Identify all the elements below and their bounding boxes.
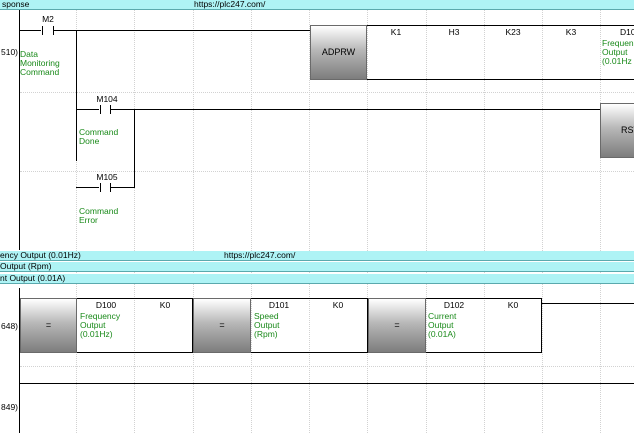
compare-equal-button[interactable]: = xyxy=(20,298,77,353)
comment-d10: Frequen Output (0.01Hz xyxy=(602,38,634,66)
band-url: https://plc247.com/ xyxy=(224,251,296,260)
adprw-button[interactable]: ADPRW xyxy=(310,25,367,80)
band-text: sponse xyxy=(2,0,30,9)
band-text: ency Output (0.01Hz) xyxy=(0,251,81,260)
rst-coil-button[interactable]: RST xyxy=(600,103,634,158)
operand: D10 xyxy=(620,27,634,37)
comment-d101: Speed Output (Rpm) xyxy=(254,311,280,339)
comment-d102: Current Output (0.01A) xyxy=(428,311,457,339)
comment-m2: Data Monitoring Command xyxy=(20,49,60,77)
rung-wire xyxy=(76,109,99,110)
comment-m104: Command Done xyxy=(79,127,119,146)
statement-band-frequency: ency Output (0.01Hz) https://plc247.com/ xyxy=(0,251,634,261)
grid-column xyxy=(134,0,135,433)
left-power-rail xyxy=(19,10,20,250)
comment-d100: Frequency Output (0.01Hz) xyxy=(80,311,121,339)
rung-wire xyxy=(111,187,135,188)
rung-wire xyxy=(54,30,310,31)
grid-row xyxy=(20,366,634,367)
operand: D102 xyxy=(443,300,465,310)
operand: K0 xyxy=(332,300,344,310)
grid-column xyxy=(251,0,252,433)
operand: K23 xyxy=(505,27,521,37)
operand: H3 xyxy=(448,27,460,37)
statement-band-speed: Output (Rpm) xyxy=(0,262,634,272)
rung-wire xyxy=(20,383,634,384)
step-number: 849) xyxy=(1,402,19,412)
step-number: 648) xyxy=(1,321,19,331)
grid-row xyxy=(20,92,634,93)
rung-wire xyxy=(542,303,634,304)
rung-wire xyxy=(111,109,600,110)
contact-label-m104[interactable]: M104 xyxy=(93,94,121,104)
contact-label-m2[interactable]: M2 xyxy=(36,14,60,24)
operand: K0 xyxy=(159,300,171,310)
rung-wire xyxy=(76,187,99,188)
operand: K1 xyxy=(390,27,402,37)
rung-wire xyxy=(19,30,41,31)
contact-m104-left[interactable] xyxy=(100,105,101,114)
band-text: nt Output (0.01A) xyxy=(0,274,66,283)
band-url: https://plc247.com/ xyxy=(194,0,266,9)
statement-band-current: nt Output (0.01A) xyxy=(0,274,634,284)
comment-m105: Command Error xyxy=(79,206,119,225)
operand: D100 xyxy=(95,300,117,310)
grid-column xyxy=(193,0,194,433)
contact-m2-left[interactable] xyxy=(42,26,43,35)
contact-label-m105[interactable]: M105 xyxy=(93,172,121,182)
step-number: 510) xyxy=(1,47,19,57)
operand: D101 xyxy=(268,300,290,310)
compare-equal-button[interactable]: = xyxy=(368,298,426,353)
contact-m105-left[interactable] xyxy=(100,183,101,192)
operand: K3 xyxy=(565,27,577,37)
branch-wire xyxy=(76,30,77,161)
band-text: Output (Rpm) xyxy=(0,262,52,271)
statement-band-top: sponse https://plc247.com/ xyxy=(0,0,634,10)
compare-equal-button[interactable]: = xyxy=(193,298,251,353)
operand: K0 xyxy=(507,300,519,310)
branch-wire xyxy=(134,109,135,188)
